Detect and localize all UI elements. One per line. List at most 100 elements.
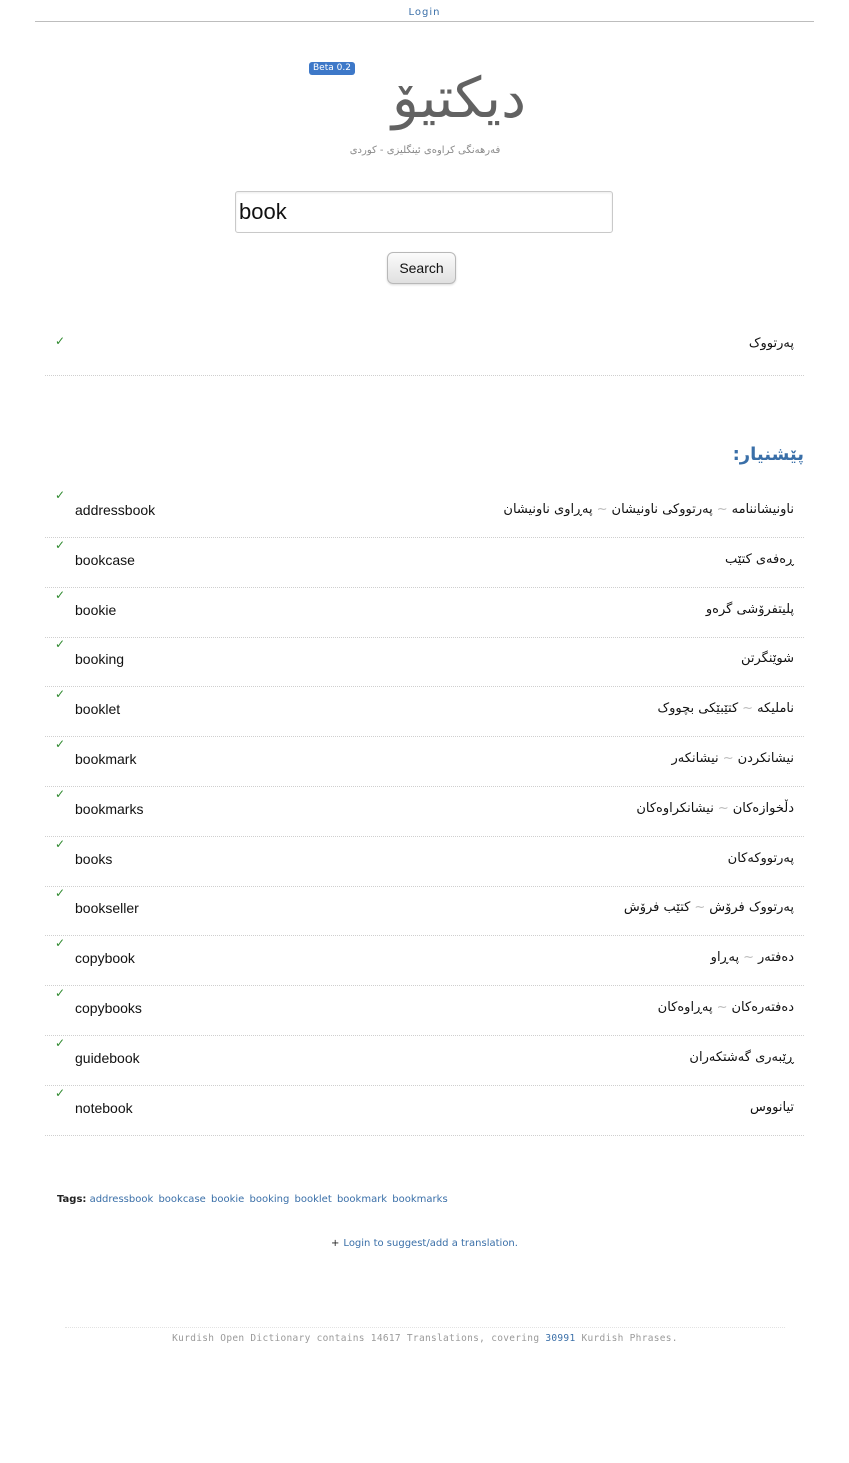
plus-icon: + [331, 1238, 340, 1249]
suggestion-row: ✓ booking شوێنگرتن [45, 637, 804, 687]
footer-text-before: Kurdish Open Dictionary contains 14617 T… [172, 1333, 546, 1344]
kurdish-translation: نیشانکراوەکان [636, 801, 714, 816]
search-input[interactable] [235, 191, 613, 233]
footer-text-after: Kurdish Phrases. [575, 1333, 678, 1344]
suggestion-english: booking [75, 651, 125, 667]
kurdish-translation: ڕێبەری گەشتکەران [689, 1050, 794, 1065]
kurdish-translation: پلیتفرۆشی گرەو [705, 602, 794, 617]
suggestion-kurdish: شوێنگرتن [741, 651, 794, 666]
tag-link[interactable]: addressbook [90, 1194, 154, 1205]
tag-link[interactable]: bookcase [158, 1194, 205, 1205]
tilde-separator: ~ [743, 950, 754, 965]
suggestion-english: books [75, 851, 113, 867]
tags-section: Tags: addressbook bookcase bookie bookin… [57, 1194, 450, 1205]
tilde-separator: ~ [716, 502, 728, 517]
suggestion-row: ✓ notebook تیانووس [45, 1086, 804, 1136]
kurdish-translation: ڕەفەی کتێب [724, 552, 794, 567]
suggestion-english: bookie [75, 602, 117, 618]
suggestion-english: bookseller [75, 900, 139, 916]
tag-link[interactable]: booking [250, 1194, 290, 1205]
main-result-kurdish: پەرتووک [748, 336, 794, 351]
logo-tagline: فەرهەنگی کراوەی ئینگلیزی - کوردی [349, 145, 501, 156]
add-translation-link[interactable]: Login to suggest/add a translation. [343, 1238, 518, 1249]
check-icon: ✓ [55, 687, 66, 701]
suggestion-kurdish: دەفتەر ~پەڕاو [711, 950, 794, 965]
suggestion-kurdish: تیانووس [750, 1100, 794, 1115]
suggestion-row: ✓ copybooks دەفتەرەکان~پەڕاوەکان [45, 986, 804, 1036]
suggestion-row: ✓ bookseller پەرتووک فرۆش~کتێب فرۆش [45, 886, 804, 936]
tags-label: Tags: [57, 1194, 87, 1205]
suggestion-row: ✓ bookmarks دڵخوازەکان~نیشانکراوەکان [45, 787, 804, 837]
logo-title[interactable]: دیکتیۆ [364, 62, 554, 136]
check-icon: ✓ [55, 787, 66, 801]
kurdish-translation: کتێب فرۆش [623, 900, 691, 915]
check-icon: ✓ [55, 334, 66, 348]
suggestion-english: bookcase [75, 552, 135, 568]
tag-link[interactable]: bookmarks [392, 1194, 447, 1205]
tilde-separator: ~ [742, 701, 754, 716]
suggestion-row: ✓ bookmark نیشانکردن~نیشانکەر [45, 737, 804, 787]
site-logo[interactable]: Beta 0.2 دیکتیۆ فەرهەنگی کراوەی ئینگلیزی… [0, 62, 849, 162]
login-link[interactable]: Login [409, 7, 441, 18]
footer-stats: Kurdish Open Dictionary contains 14617 T… [65, 1327, 785, 1344]
suggestion-english: copybook [75, 950, 135, 966]
kurdish-translation: ناونیشاننامە [731, 502, 794, 517]
tilde-separator: ~ [716, 1000, 728, 1015]
suggestion-english: copybooks [75, 1000, 142, 1016]
check-icon: ✓ [55, 886, 66, 900]
kurdish-translation: دەفتەر [758, 950, 794, 965]
check-icon: ✓ [55, 637, 66, 651]
kurdish-translation: پەڕاوەکان [657, 1000, 713, 1015]
check-icon: ✓ [55, 538, 66, 552]
tilde-separator: ~ [717, 801, 729, 816]
top-bar: Login [35, 0, 814, 22]
kurdish-translation: شوێنگرتن [740, 651, 794, 666]
check-icon: ✓ [55, 588, 66, 602]
suggestion-kurdish: ڕێبەری گەشتکەران [689, 1050, 794, 1065]
kurdish-translation: ناملیکە [757, 701, 794, 716]
tilde-separator: ~ [722, 751, 734, 766]
suggestion-english: guidebook [75, 1050, 140, 1066]
suggestion-kurdish: ڕەفەی کتێب [725, 552, 794, 567]
suggestions-title: پێشنیار: [732, 444, 804, 465]
search-button[interactable]: Search [387, 252, 456, 284]
tag-link[interactable]: bookie [211, 1194, 244, 1205]
add-translation: + Login to suggest/add a translation. [0, 1238, 849, 1249]
kurdish-translation: پەڕاو [710, 950, 740, 965]
tilde-separator: ~ [596, 502, 608, 517]
suggestion-row: ✓ booklet ناملیکە~کتێبێکی بچووک [45, 687, 804, 737]
check-icon: ✓ [55, 837, 66, 851]
suggestion-row: ✓ addressbook ناونیشاننامە~پەرتووکی ناونیش… [45, 488, 804, 538]
check-icon: ✓ [55, 986, 66, 1000]
check-icon: ✓ [55, 936, 66, 950]
main-result-row: ✓ پەرتووک [45, 322, 804, 376]
suggestion-kurdish: پەرتووک فرۆش~کتێب فرۆش [624, 900, 794, 915]
check-icon: ✓ [55, 737, 66, 751]
tag-links: addressbook bookcase bookie booking book… [90, 1194, 450, 1205]
suggestion-kurdish: پەرتووکەکان [728, 851, 794, 866]
phrases-count-link[interactable]: 30991 [545, 1333, 575, 1344]
kurdish-translation: پەرتووکەکان [727, 851, 794, 866]
kurdish-translation: نیشانکەر [671, 751, 719, 766]
suggestion-english: booklet [75, 701, 121, 717]
suggestion-kurdish: ناونیشاننامە~پەرتووکی ناونیشان~پەڕاوی نا… [503, 502, 794, 517]
suggestion-row: ✓ bookie پلیتفرۆشی گرەو [45, 588, 804, 638]
suggestion-english: bookmarks [75, 801, 144, 817]
check-icon: ✓ [55, 488, 66, 502]
beta-badge: Beta 0.2 [309, 62, 355, 75]
kurdish-translation: دەفتەرەکان [731, 1000, 795, 1015]
suggestion-english: notebook [75, 1100, 133, 1116]
suggestion-kurdish: پلیتفرۆشی گرەو [706, 602, 794, 617]
kurdish-translation: پەڕاوی ناونیشان [503, 502, 593, 517]
check-icon: ✓ [55, 1086, 66, 1100]
suggestion-kurdish: دەفتەرەکان~پەڕاوەکان [658, 1000, 794, 1015]
tag-link[interactable]: booklet [295, 1194, 332, 1205]
suggestion-row: ✓ guidebook ڕێبەری گەشتکەران [45, 1036, 804, 1086]
tilde-separator: ~ [694, 900, 706, 915]
suggestion-english: addressbook [75, 502, 156, 518]
suggestion-kurdish: ناملیکە~کتێبێکی بچووک [658, 701, 795, 716]
kurdish-translation: نیشانکردن [737, 751, 794, 766]
kurdish-translation: دڵخوازەکان [732, 801, 794, 816]
suggestion-kurdish: دڵخوازەکان~نیشانکراوەکان [636, 801, 794, 816]
tag-link[interactable]: bookmark [337, 1194, 387, 1205]
